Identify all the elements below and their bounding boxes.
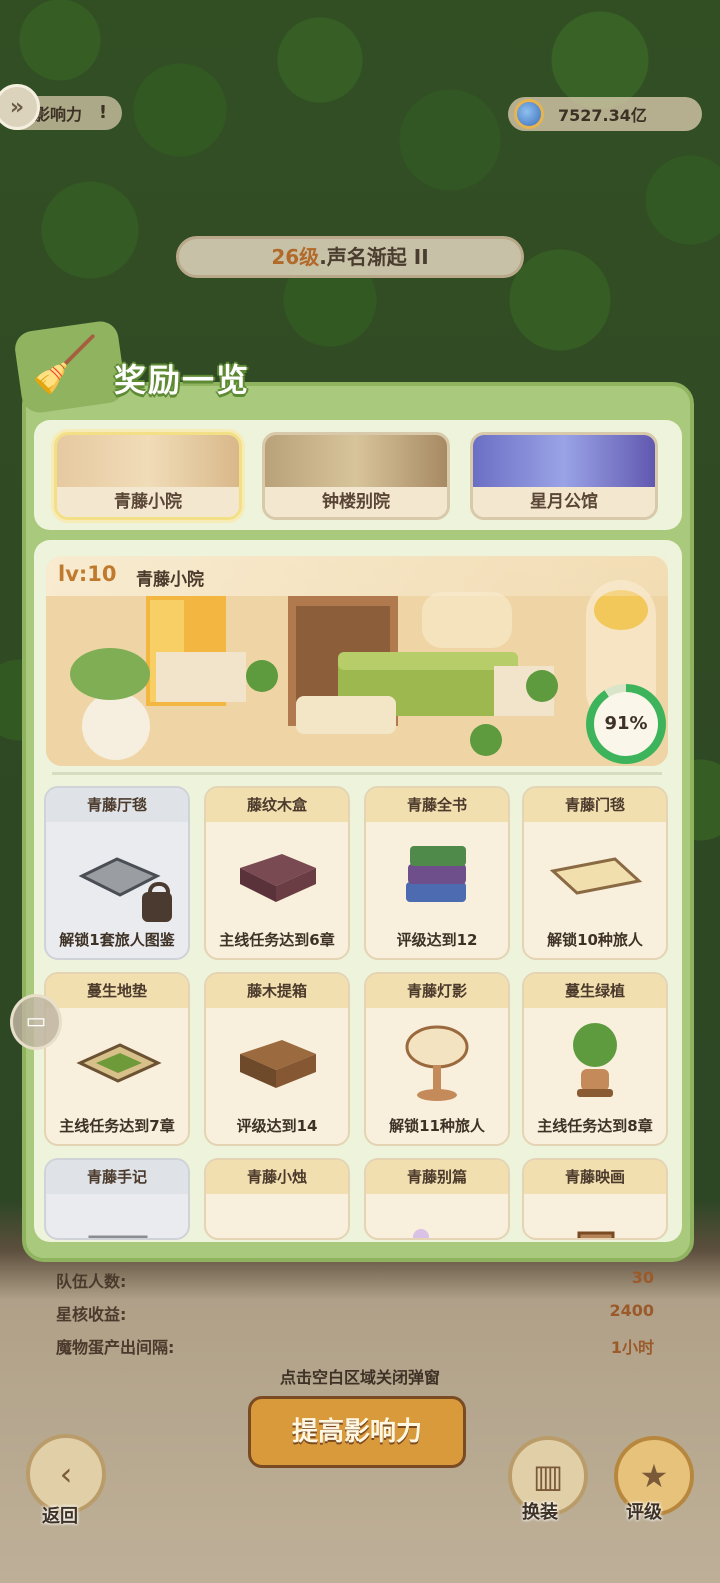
tab-thumbnail	[473, 435, 655, 493]
reward-item-card[interactable]: 青藤厅毯解锁1套旅人图鉴	[44, 786, 190, 960]
unlock-condition: 解锁10种旅人	[547, 931, 643, 949]
reward-item-card[interactable]: 藤纹木盒主线任务达到6章	[204, 786, 350, 960]
chat-icon[interactable]: ▭	[10, 994, 62, 1050]
star-core-income-label: 星核收益:	[56, 1305, 127, 1324]
back-label: 返回	[42, 1506, 78, 1527]
egg-interval-label: 魔物蛋产出间隔:	[56, 1338, 175, 1357]
tab-thumbnail	[265, 435, 447, 493]
item-name: 青藤全书	[366, 788, 508, 822]
influence-label: 影响力	[34, 105, 83, 124]
egg-interval-value: 1小时	[610, 1338, 654, 1357]
lamp-icon	[366, 1014, 508, 1110]
reward-item-card[interactable]: 青藤别篇	[364, 1158, 510, 1240]
rating-label: 评级	[626, 1502, 662, 1523]
tab-qingteng-yard[interactable]: 青藤小院	[54, 432, 242, 520]
reward-item-card[interactable]: 蔓生绿植主线任务达到8章	[522, 972, 668, 1146]
reward-item-card[interactable]: 青藤灯影解锁11种旅人	[364, 972, 510, 1146]
tab-label: 青藤小院	[57, 487, 239, 517]
completion-percent: 91%	[594, 692, 658, 756]
mirror-icon	[366, 1200, 508, 1238]
reward-item-card[interactable]: 藤木提箱评级达到14	[204, 972, 350, 1146]
unlock-condition: 主线任务达到7章	[59, 1117, 175, 1135]
currency-bar: 7527.34亿	[508, 97, 702, 131]
tab-thumbnail	[57, 435, 239, 493]
dress-up-label: 换装	[522, 1502, 558, 1523]
doormat-icon	[524, 828, 666, 924]
reward-item-card[interactable]: 青藤全书评级达到12	[364, 786, 510, 960]
unlock-condition: 评级达到12	[396, 931, 478, 949]
potted-plant-icon	[524, 1014, 666, 1110]
notes-icon	[46, 1200, 188, 1238]
room-level: lv:10	[58, 562, 117, 586]
frame-icon	[524, 1200, 666, 1238]
divider	[52, 772, 662, 775]
item-name: 青藤厅毯	[46, 788, 188, 822]
currency-value: 7527.34亿	[558, 106, 647, 125]
star-core-income-value: 2400	[609, 1301, 654, 1320]
tab-bell-tower-villa[interactable]: 钟楼别院	[262, 432, 450, 520]
close-hint: 点击空白区域关闭弹窗	[279, 1368, 440, 1387]
reward-item-card[interactable]: 青藤小烛	[204, 1158, 350, 1240]
reward-item-card[interactable]: 青藤门毯解锁10种旅人	[522, 786, 668, 960]
item-name: 青藤手记	[46, 1160, 188, 1194]
books-icon	[366, 828, 508, 924]
item-name: 青藤门毯	[524, 788, 666, 822]
boost-influence-button[interactable]: 提高影响力	[248, 1396, 466, 1468]
unlock-condition: 解锁11种旅人	[389, 1117, 485, 1135]
level-title: .声名渐起 II	[319, 245, 429, 269]
info-icon[interactable]: !	[92, 102, 114, 124]
level-number: 26级	[271, 245, 320, 269]
item-name: 藤木提箱	[206, 974, 348, 1008]
item-name: 青藤映画	[524, 1160, 666, 1194]
reward-item-card[interactable]: 青藤手记	[44, 1158, 190, 1240]
wardrobe-icon: ▥	[532, 1457, 564, 1495]
star-shield-icon: ★	[639, 1457, 669, 1495]
tab-label: 星月公馆	[473, 487, 655, 517]
item-name: 藤纹木盒	[206, 788, 348, 822]
item-name: 青藤灯影	[366, 974, 508, 1008]
item-name: 蔓生地垫	[46, 974, 188, 1008]
unlock-condition: 主线任务达到8章	[537, 1117, 653, 1135]
lock-icon	[142, 882, 172, 922]
wooden-box-icon	[206, 1014, 348, 1110]
level-banner: 26级.声名渐起 II	[176, 236, 524, 278]
unlock-condition: 解锁1套旅人图鉴	[59, 931, 175, 949]
item-name: 青藤小烛	[206, 1160, 348, 1194]
floor-mat-icon	[46, 1014, 188, 1110]
unlock-condition: 评级达到14	[236, 1117, 318, 1135]
broom-icon: 🧹	[31, 333, 99, 396]
completion-progress-ring: 91%	[586, 684, 666, 764]
reward-item-card[interactable]: 青藤映画	[522, 1158, 668, 1240]
unlock-condition: 主线任务达到6章	[219, 931, 335, 949]
team-size-value: 30	[631, 1268, 654, 1287]
candle-icon	[206, 1200, 348, 1238]
reward-item-card[interactable]: 蔓生地垫主线任务达到7章	[44, 972, 190, 1146]
back-arrow-icon: ‹	[59, 1455, 73, 1493]
coin-icon	[514, 99, 544, 129]
tab-star-moon-mansion[interactable]: 星月公馆	[470, 432, 658, 520]
room-name: 青藤小院	[136, 570, 204, 590]
tab-label: 钟楼别院	[265, 487, 447, 517]
suitcase-icon	[206, 828, 348, 924]
team-size-label: 队伍人数:	[56, 1272, 127, 1291]
item-name: 蔓生绿植	[524, 974, 666, 1008]
panel-title: 奖励一览	[114, 361, 251, 399]
item-name: 青藤别篇	[366, 1160, 508, 1194]
